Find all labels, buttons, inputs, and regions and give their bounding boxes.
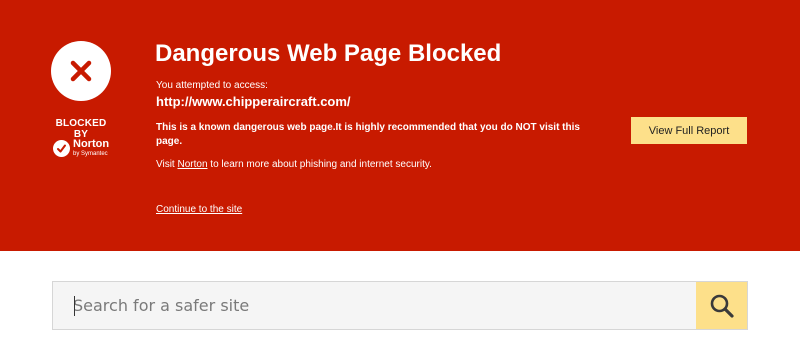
blocked-by-label: BLOCKED BY	[55, 118, 107, 140]
visit-prefix: Visit	[156, 159, 178, 170]
logo-name: Norton	[73, 138, 110, 150]
norton-link[interactable]: Norton	[178, 159, 208, 170]
search-input[interactable]	[53, 282, 698, 329]
continue-to-site-link[interactable]: Continue to the site	[156, 204, 242, 215]
text-cursor	[74, 296, 75, 316]
blocked-status-badge	[51, 41, 111, 101]
warning-message: This is a known dangerous web page.It is…	[156, 122, 580, 147]
norton-logo: Norton by Symantec	[53, 139, 109, 157]
blocked-banner: BLOCKED BY Norton by Symantec Dangerous …	[0, 0, 800, 251]
search-icon	[710, 294, 734, 318]
blocked-url: http://www.chipperaircraft.com/	[156, 94, 351, 109]
search-button[interactable]	[696, 282, 747, 329]
page-title: Dangerous Web Page Blocked	[155, 40, 502, 67]
logo-subtitle: by Symantec	[73, 151, 108, 157]
visit-suffix: to learn more about phishing and interne…	[207, 159, 432, 170]
search-bar	[52, 281, 748, 330]
checkmark-icon	[53, 139, 70, 157]
visit-norton-text: Visit Norton to learn more about phishin…	[156, 159, 432, 170]
x-icon	[70, 60, 92, 82]
view-full-report-button[interactable]: View Full Report	[631, 117, 747, 144]
attempt-label: You attempted to access:	[156, 80, 268, 91]
